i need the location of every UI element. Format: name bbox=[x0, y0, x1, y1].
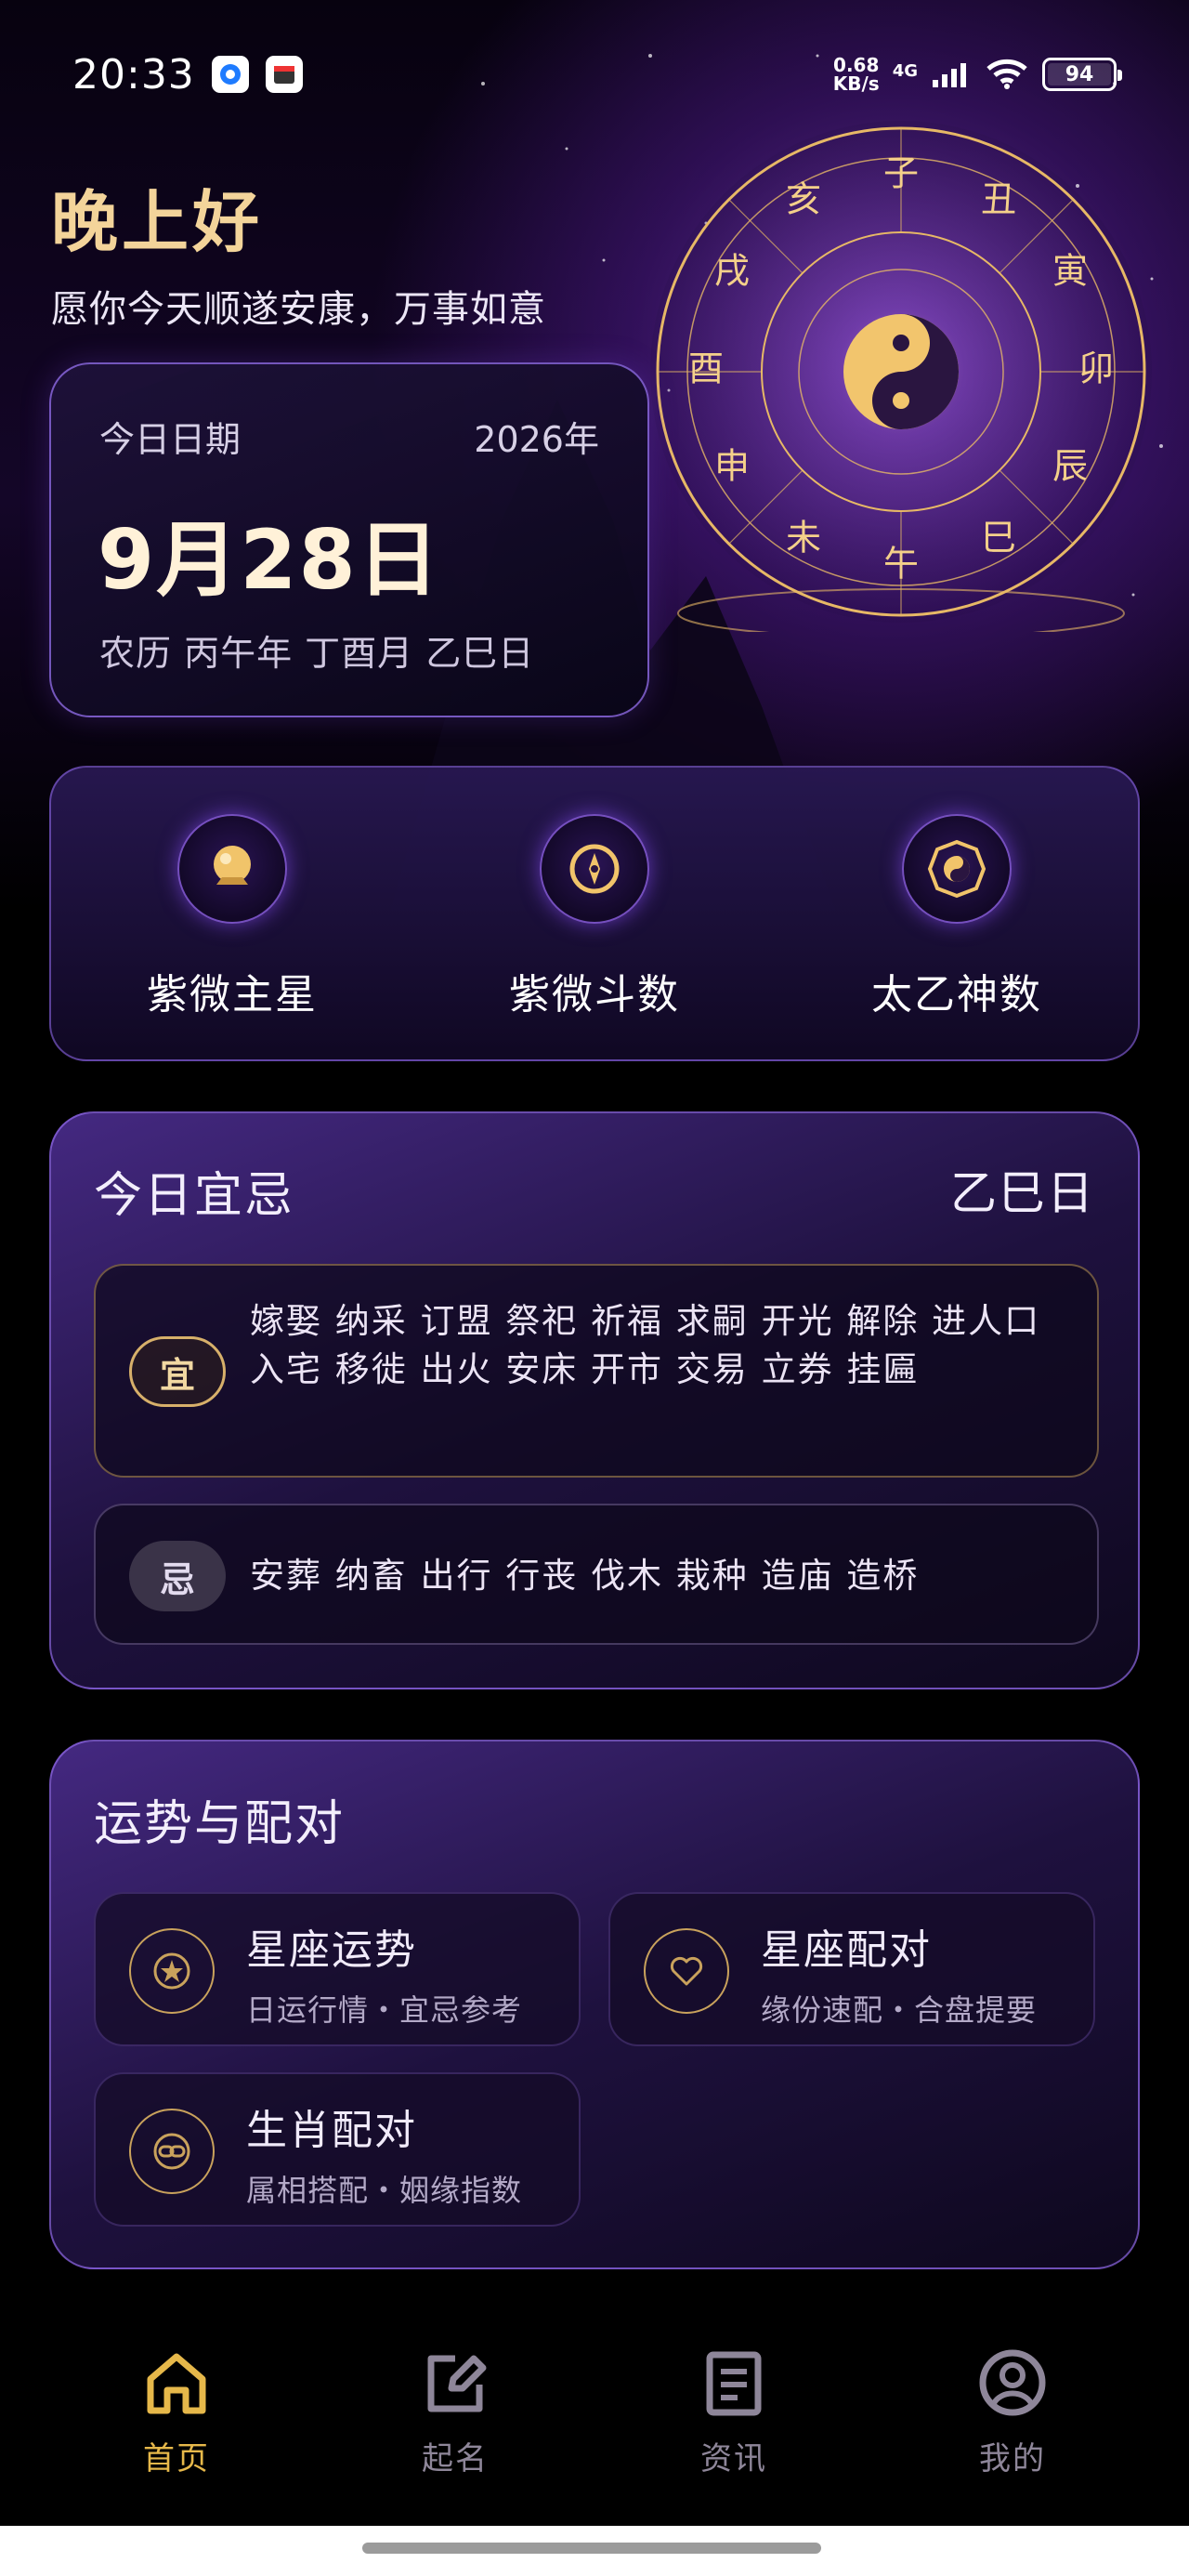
nav-label: 起名 bbox=[422, 2440, 489, 2477]
yi-badge: 宜 bbox=[129, 1336, 226, 1407]
date-year: 2026年 bbox=[474, 419, 599, 460]
svg-text:戌: 戌 bbox=[714, 251, 750, 292]
nav-profile[interactable]: 我的 bbox=[920, 2323, 1105, 2509]
svg-text:寅: 寅 bbox=[1052, 251, 1088, 292]
fortune-item-title: 星座配对 bbox=[761, 1926, 932, 1974]
today-date: 9月28日 bbox=[98, 512, 441, 608]
fortune-title: 运势与配对 bbox=[94, 1796, 346, 1852]
features-card: 紫微主星 紫微斗数 太乙神数 bbox=[49, 766, 1140, 1061]
fortune-matching-card: 运势与配对 星座运势 日运行情・宜忌参考 星座配对 缘份速配・合盘提要 生肖配对… bbox=[49, 1740, 1140, 2269]
yiji-title: 今日宜忌 bbox=[94, 1168, 295, 1224]
nav-home[interactable]: 首页 bbox=[84, 2323, 269, 2509]
signal-icon bbox=[933, 63, 966, 87]
edit-icon bbox=[427, 2355, 487, 2412]
nav-label: 首页 bbox=[143, 2440, 210, 2477]
battery-indicator: 94 bbox=[1042, 58, 1122, 91]
svg-text:丑: 丑 bbox=[981, 179, 1016, 220]
svg-text:巳: 巳 bbox=[981, 518, 1016, 559]
greeting-title: 晚上好 bbox=[51, 183, 264, 261]
nav-naming[interactable]: 起名 bbox=[362, 2323, 548, 2509]
zodiac-animal-matching-button[interactable]: 生肖配对 属相搭配・姻缘指数 bbox=[94, 2072, 581, 2227]
svg-text:酉: 酉 bbox=[688, 348, 724, 389]
wifi-icon bbox=[986, 59, 1027, 89]
compass-icon bbox=[540, 814, 649, 924]
bottom-navigation: 首页 起名 资讯 我的 bbox=[0, 2323, 1189, 2509]
svg-text:申: 申 bbox=[714, 446, 750, 487]
fortune-item-title: 生肖配对 bbox=[246, 2107, 417, 2154]
lunar-date: 农历 丙午年 丁酉月 乙巳日 bbox=[99, 633, 535, 674]
zodiac-wheel-illustration: 子 丑 寅 卯 辰 巳 午 未 申 酉 戌 亥 bbox=[650, 121, 1152, 632]
app-notification-icon bbox=[211, 56, 249, 93]
fortune-item-title: 星座运势 bbox=[246, 1926, 417, 1974]
star-medal-icon bbox=[129, 1928, 215, 2014]
bagua-icon bbox=[902, 814, 1012, 924]
feature-label: 紫微斗数 bbox=[509, 971, 680, 1019]
profile-icon bbox=[979, 2349, 1046, 2416]
fortune-item-subtitle: 缘份速配・合盘提要 bbox=[761, 1992, 1038, 2028]
svg-text:卯: 卯 bbox=[1078, 348, 1114, 389]
yiji-day: 乙巳日 bbox=[950, 1166, 1095, 1220]
feature-label: 紫微主星 bbox=[147, 971, 318, 1019]
daily-yiji-card: 今日宜忌 乙巳日 宜 嫁娶 纳采 订盟 祭祀 祈福 求嗣 开光 解除 进人口 入… bbox=[49, 1111, 1140, 1689]
yi-section: 宜 嫁娶 纳采 订盟 祭祀 祈福 求嗣 开光 解除 进人口 入宅 移徙 出火 安… bbox=[94, 1264, 1099, 1478]
crystal-ball-icon bbox=[177, 814, 287, 924]
feature-ziwei-main-star[interactable]: 紫微主星 bbox=[93, 814, 372, 1020]
network-type: 4G bbox=[892, 61, 918, 81]
svg-text:午: 午 bbox=[883, 544, 919, 585]
date-card: 今日日期 2026年 9月28日 农历 丙午年 丁酉月 乙巳日 bbox=[49, 362, 649, 717]
nav-label: 资讯 bbox=[700, 2440, 767, 2477]
feature-taiyi-shenshu[interactable]: 太乙神数 bbox=[817, 814, 1096, 1020]
ji-section: 忌 安葬 纳畜 出行 行丧 伐木 栽种 造庙 造桥 bbox=[94, 1504, 1099, 1645]
feature-ziwei-doushu[interactable]: 紫微斗数 bbox=[455, 814, 734, 1020]
svg-text:辰: 辰 bbox=[1052, 446, 1088, 487]
fortune-item-subtitle: 日运行情・宜忌参考 bbox=[246, 1992, 523, 2028]
nav-label: 我的 bbox=[979, 2440, 1046, 2477]
heart-icon bbox=[644, 1928, 729, 2014]
status-time: 20:33 bbox=[72, 50, 195, 99]
home-indicator[interactable] bbox=[362, 2543, 821, 2554]
ji-items: 安葬 纳畜 出行 行丧 伐木 栽种 造庙 造桥 bbox=[250, 1556, 920, 1596]
date-label: 今日日期 bbox=[99, 419, 242, 460]
home-icon bbox=[147, 2353, 206, 2414]
greeting-subtitle: 愿你今天顺遂安康，万事如意 bbox=[51, 288, 546, 331]
link-icon bbox=[129, 2109, 215, 2194]
svg-text:未: 未 bbox=[786, 518, 821, 559]
fortune-item-subtitle: 属相搭配・姻缘指数 bbox=[246, 2173, 523, 2208]
nav-news[interactable]: 资讯 bbox=[641, 2323, 827, 2509]
svg-text:亥: 亥 bbox=[786, 179, 821, 220]
network-speed: 0.68 KB/s bbox=[832, 54, 880, 95]
news-icon bbox=[706, 2351, 762, 2416]
horoscope-matching-button[interactable]: 星座配对 缘份速配・合盘提要 bbox=[608, 1892, 1095, 2046]
calendar-notification-icon bbox=[265, 56, 303, 93]
yi-items: 嫁娶 纳采 订盟 祭祀 祈福 求嗣 开光 解除 进人口 入宅 移徙 出火 安床 … bbox=[250, 1301, 1041, 1389]
ji-badge: 忌 bbox=[129, 1541, 226, 1611]
horoscope-fortune-button[interactable]: 星座运势 日运行情・宜忌参考 bbox=[94, 1892, 581, 2046]
svg-text:子: 子 bbox=[883, 153, 919, 194]
feature-label: 太乙神数 bbox=[871, 971, 1042, 1019]
